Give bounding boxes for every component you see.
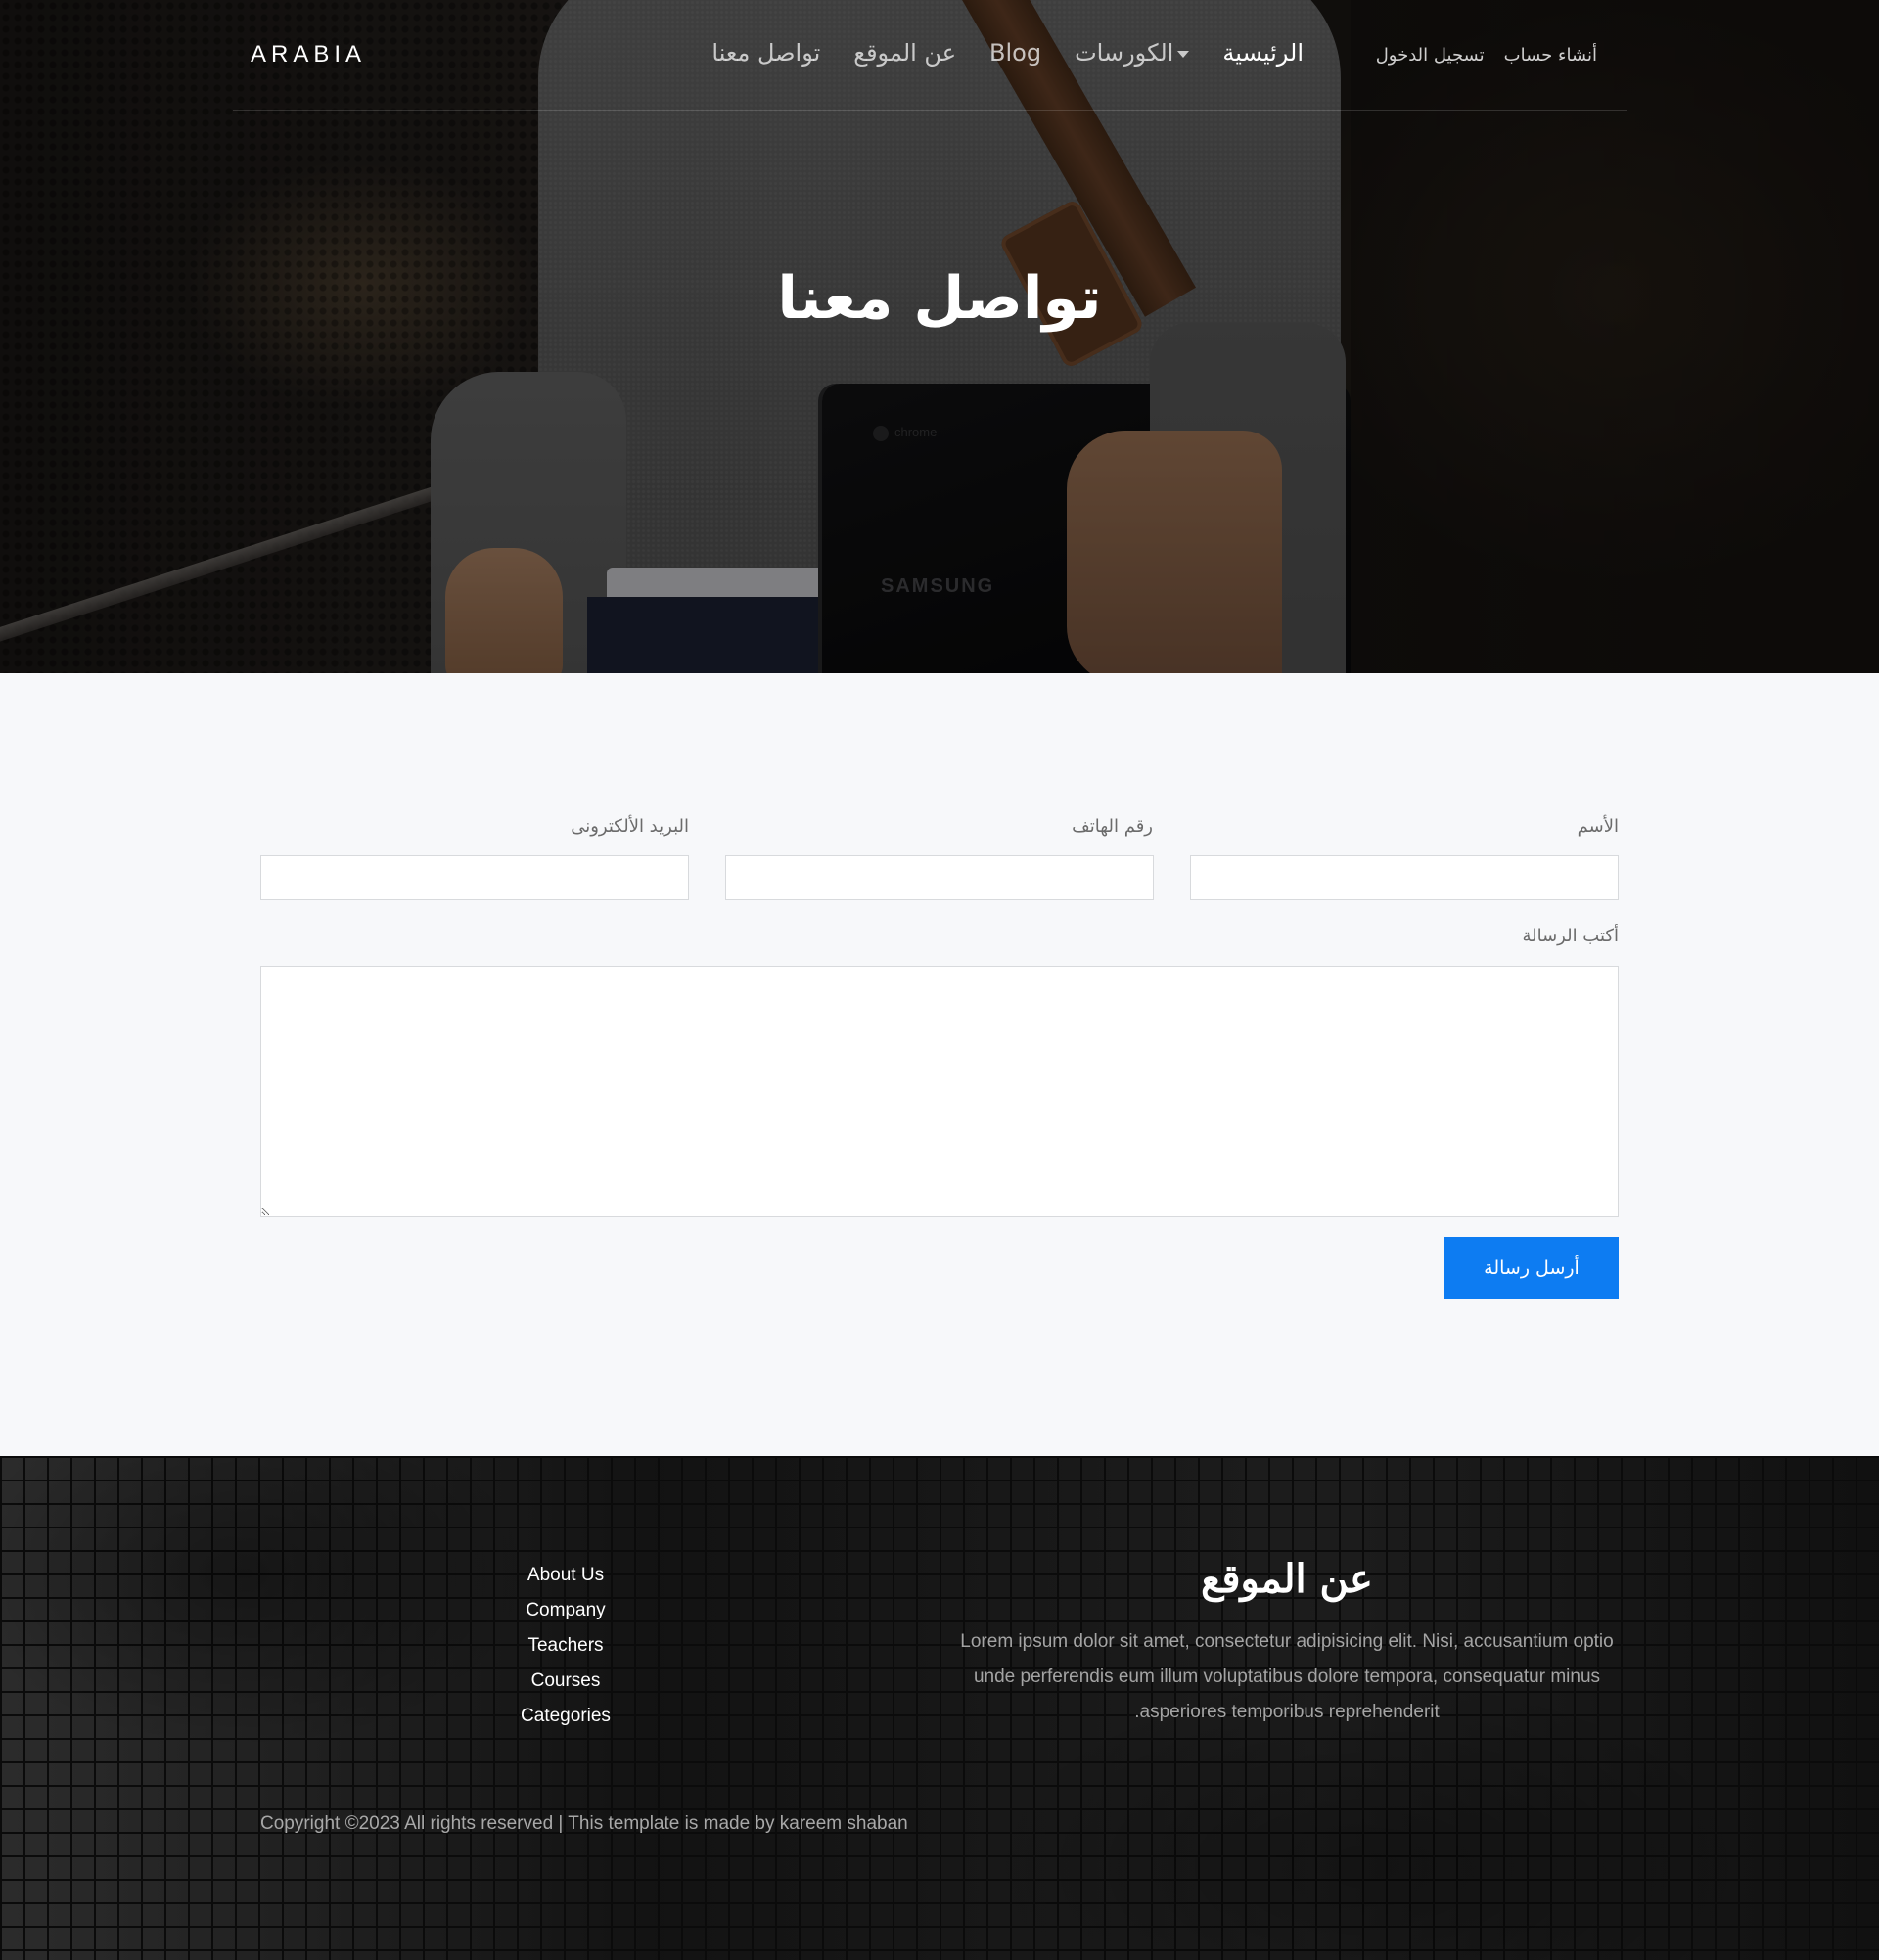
footer-about-text: Lorem ipsum dolor sit amet, consectetur …: [960, 1631, 1614, 1722]
footer-about-title: عن الموقع: [1201, 1556, 1373, 1602]
email-label: البريد الألكترونى: [571, 816, 689, 837]
nav-item-contact[interactable]: تواصل معنا: [711, 39, 820, 67]
page-title: تواصل معنا: [777, 264, 1102, 333]
footer-link-company[interactable]: Company: [468, 1593, 664, 1628]
hero-banner: chrome SAMSUNG ARABIA الرئيسية الكورسات …: [0, 0, 1879, 673]
message-label: أكتب الرسالة: [1522, 926, 1619, 946]
phone-field[interactable]: [725, 855, 1154, 900]
nav-item-home[interactable]: الرئيسية: [1222, 39, 1304, 67]
nav-item-about[interactable]: عن الموقع: [853, 39, 956, 67]
footer-links: About Us Company Teachers Courses Catego…: [468, 1558, 664, 1734]
nav-links: الرئيسية الكورسات Blog عن الموقع تواصل م…: [711, 39, 1304, 67]
name-field[interactable]: [1190, 855, 1619, 900]
site-logo[interactable]: ARABIA: [251, 41, 366, 68]
phone-label: رقم الهاتف: [1072, 816, 1153, 837]
email-field[interactable]: [260, 855, 689, 900]
footer-link-teachers[interactable]: Teachers: [468, 1628, 664, 1664]
signup-link[interactable]: أنشاء حساب: [1504, 45, 1597, 66]
chevron-down-icon: [1177, 50, 1190, 58]
navbar: ARABIA الرئيسية الكورسات Blog عن الموقع …: [233, 0, 1627, 111]
name-label: الأسم: [1577, 816, 1619, 837]
send-message-button[interactable]: أرسل رسالة: [1444, 1237, 1619, 1299]
nav-item-courses-label: الكورسات: [1075, 39, 1174, 67]
auth-links: أنشاء حساب تسجيل الدخول: [1376, 45, 1597, 66]
nav-item-courses[interactable]: الكورسات: [1075, 39, 1190, 67]
copyright-text: Copyright ©2023 All rights reserved | Th…: [260, 1813, 908, 1834]
nav-item-blog[interactable]: Blog: [989, 39, 1041, 67]
footer-link-courses[interactable]: Courses: [468, 1664, 664, 1699]
footer-link-about-us[interactable]: About Us: [468, 1558, 664, 1593]
message-field[interactable]: [260, 966, 1619, 1217]
footer-link-categories[interactable]: Categories: [468, 1699, 664, 1734]
login-link[interactable]: تسجيل الدخول: [1376, 45, 1485, 66]
